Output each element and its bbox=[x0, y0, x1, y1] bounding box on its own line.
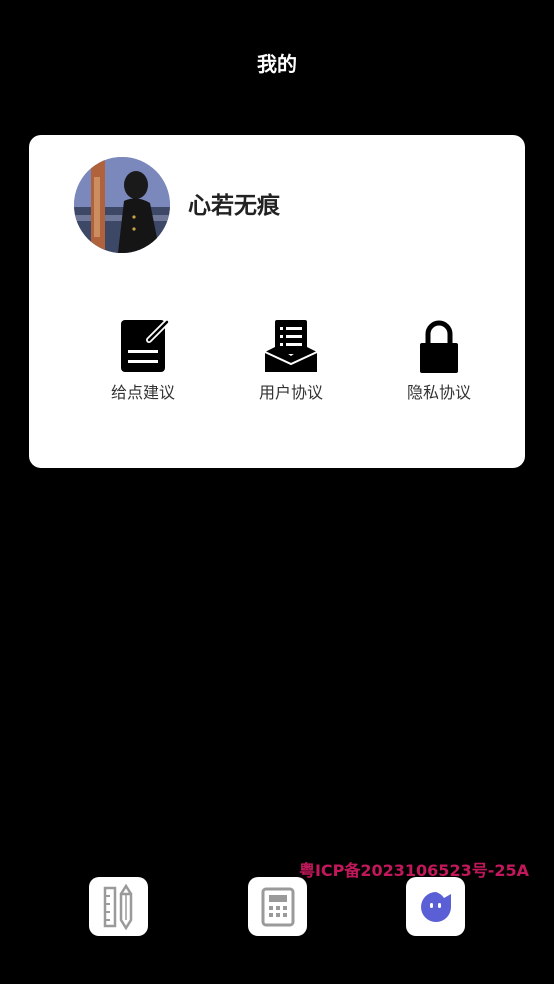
username: 心若无痕 bbox=[188, 193, 280, 219]
profile-face-icon bbox=[420, 891, 451, 922]
tab-calculator[interactable] bbox=[248, 877, 307, 936]
edit-note-icon bbox=[121, 319, 170, 372]
avatar-photo-icon bbox=[74, 157, 170, 253]
feedback-label: 给点建议 bbox=[110, 383, 175, 402]
lock-icon bbox=[420, 320, 458, 373]
feedback-button[interactable]: 给点建议 bbox=[93, 318, 193, 404]
profile-card: 心若无痕 给点建议 用户协议 隐私协议 bbox=[29, 135, 525, 468]
action-row: 给点建议 用户协议 隐私协议 bbox=[29, 318, 525, 408]
privacy-policy-button[interactable]: 隐私协议 bbox=[389, 318, 489, 404]
privacy-policy-label: 隐私协议 bbox=[406, 383, 471, 402]
tab-profile[interactable] bbox=[406, 877, 465, 936]
calculator-icon bbox=[261, 887, 294, 926]
ruler-pencil-icon bbox=[103, 883, 132, 930]
user-agreement-button[interactable]: 用户协议 bbox=[241, 318, 341, 404]
avatar[interactable] bbox=[74, 157, 170, 253]
page-title: 我的 bbox=[257, 52, 297, 76]
tab-tools[interactable] bbox=[89, 877, 148, 936]
document-tray-icon bbox=[264, 320, 318, 372]
user-agreement-label: 用户协议 bbox=[258, 383, 323, 402]
